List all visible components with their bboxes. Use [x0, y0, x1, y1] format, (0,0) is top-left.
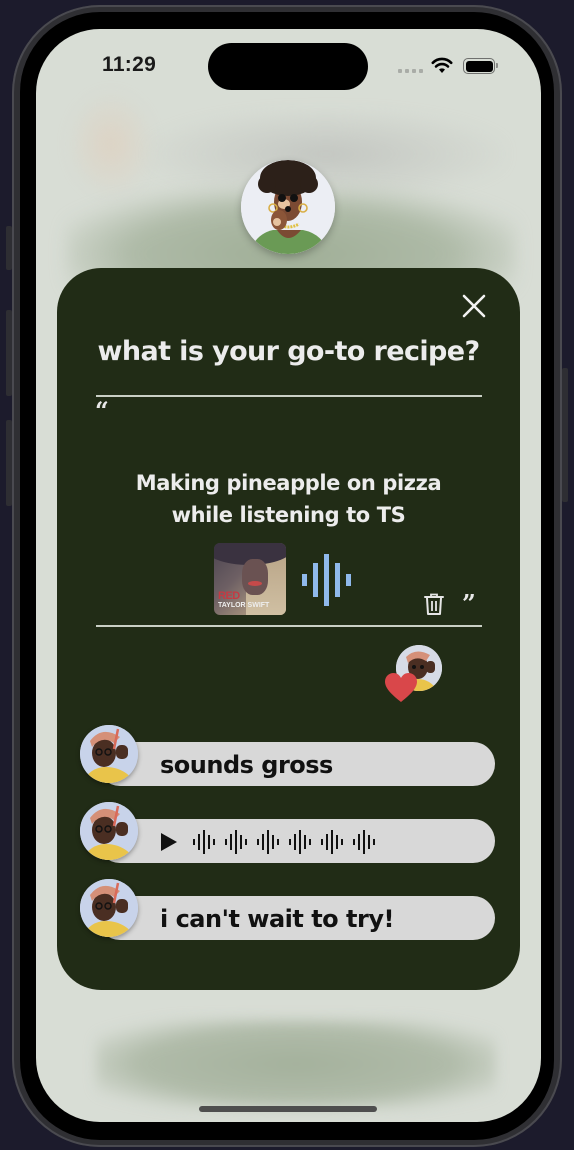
divider — [96, 625, 482, 627]
dynamic-island — [208, 43, 368, 90]
status-time: 11:29 — [102, 53, 157, 76]
play-icon[interactable] — [160, 832, 178, 852]
close-button[interactable] — [458, 290, 490, 322]
waveform-segment — [193, 830, 215, 854]
audio-waveform-icon[interactable] — [302, 554, 358, 606]
background-blur — [66, 89, 156, 199]
background-blur — [96, 1019, 496, 1109]
comment-text: i can't wait to try! — [160, 905, 394, 933]
commenter-avatar[interactable] — [80, 725, 138, 783]
answer-line: while listening to TS — [171, 503, 406, 527]
home-indicator[interactable] — [199, 1106, 377, 1112]
screen: 11:29 what is your go-to recipe? “ Makin… — [36, 29, 541, 1122]
memoji-avatar-icon — [80, 802, 138, 860]
answer-line: Making pineapple on pizza — [135, 471, 442, 495]
commenter-avatar[interactable] — [80, 802, 138, 860]
divider — [96, 395, 482, 397]
trash-icon[interactable] — [423, 592, 445, 616]
wifi-icon — [431, 57, 453, 73]
memoji-avatar-icon — [80, 879, 138, 937]
waveform-segment — [321, 830, 343, 854]
heart-icon[interactable] — [384, 672, 418, 704]
album-artist: TAYLOR SWIFT — [218, 602, 270, 609]
close-quote-mark: ” — [462, 589, 476, 618]
battery-icon — [463, 58, 498, 74]
waveform-segment — [353, 830, 375, 854]
album-art-face — [242, 559, 268, 595]
album-art-lips — [248, 581, 262, 586]
album-art[interactable]: RED TAYLOR SWIFT — [214, 543, 286, 615]
answer-text: Making pineapple on pizza while listenin… — [57, 467, 520, 531]
waveform-segment — [257, 830, 279, 854]
waveform-segment — [289, 830, 311, 854]
comment-text: sounds gross — [160, 751, 333, 779]
voice-waveform — [193, 830, 375, 854]
album-title: RED — [218, 590, 240, 602]
prompt-card: what is your go-to recipe? “ Making pine… — [57, 268, 520, 990]
prompt-question: what is your go-to recipe? — [97, 336, 480, 367]
commenter-avatar[interactable] — [80, 879, 138, 937]
memoji-avatar-icon — [241, 160, 335, 254]
voice-comment — [80, 802, 495, 863]
host-avatar[interactable] — [241, 160, 335, 254]
comment: i can't wait to try! — [80, 879, 495, 940]
comment: sounds gross — [80, 725, 495, 786]
close-icon — [462, 294, 486, 318]
memoji-avatar-icon — [80, 725, 138, 783]
waveform-segment — [225, 830, 247, 854]
cellular-dots-icon — [398, 69, 423, 73]
open-quote-mark: “ — [95, 396, 109, 425]
power-button — [562, 368, 568, 502]
